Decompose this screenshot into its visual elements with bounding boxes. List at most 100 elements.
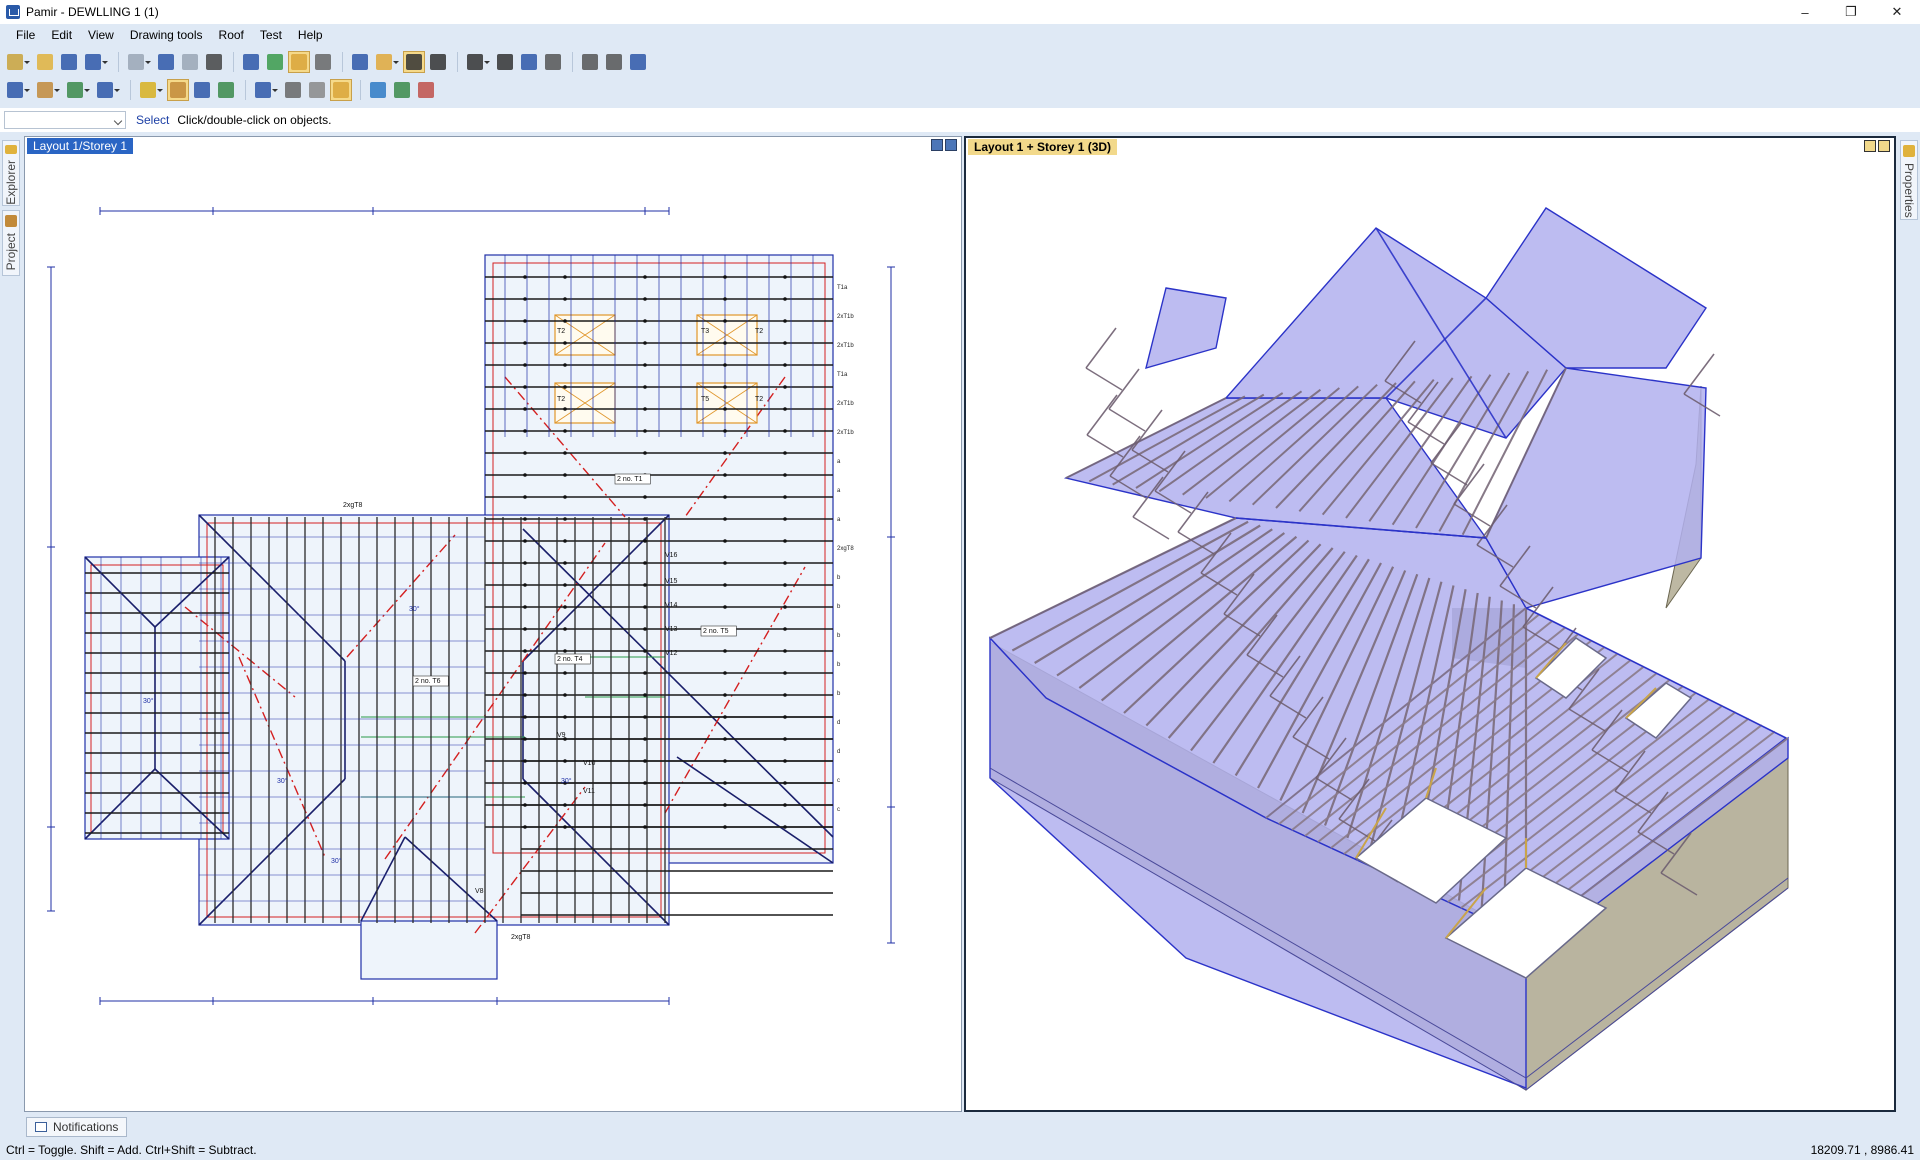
truss-node xyxy=(523,451,527,455)
truss-node xyxy=(563,693,567,697)
row-label: 2xT1b xyxy=(837,343,854,349)
truss-node xyxy=(723,473,727,477)
box-3d-button[interactable] xyxy=(415,79,437,101)
plan-viewport[interactable]: Layout 1/Storey 1 T1a 2xT1b 2xT1b T1a 2x… xyxy=(24,136,962,1112)
redo-button[interactable] xyxy=(125,51,151,73)
layers-button[interactable] xyxy=(288,51,310,73)
truss-node xyxy=(643,737,647,741)
save-button[interactable] xyxy=(58,51,80,73)
project-tab[interactable]: Project xyxy=(2,210,20,276)
paste-button[interactable] xyxy=(179,51,201,73)
tie-button[interactable] xyxy=(215,79,237,101)
truss-node xyxy=(783,495,787,499)
truss-layout-button[interactable] xyxy=(167,79,189,101)
truss-node xyxy=(563,429,567,433)
new-file-button[interactable] xyxy=(4,51,30,73)
explorer-tab[interactable]: Explorer xyxy=(2,140,20,206)
rotate-button[interactable] xyxy=(282,79,304,101)
tie-icon xyxy=(218,82,234,98)
close-button[interactable]: ✕ xyxy=(1874,0,1920,24)
truss-node xyxy=(723,363,727,367)
truss-node xyxy=(563,715,567,719)
edit-button[interactable] xyxy=(203,51,225,73)
wrench-icon xyxy=(606,54,622,70)
roof-toolbar xyxy=(0,76,1920,104)
properties-tab[interactable]: Properties xyxy=(1900,140,1918,220)
truss-node xyxy=(723,429,727,433)
truss-node xyxy=(723,715,727,719)
model-3d-viewport[interactable]: Layout 1 + Storey 1 (3D) xyxy=(964,136,1896,1112)
viewport-sync-icon[interactable] xyxy=(931,139,943,151)
truss-tag: T5 xyxy=(701,396,709,403)
display-button[interactable] xyxy=(627,51,649,73)
menu-file[interactable]: File xyxy=(8,24,43,46)
tools-button[interactable] xyxy=(391,79,413,101)
mirror-button[interactable] xyxy=(306,79,328,101)
status-hint: Ctrl = Toggle. Shift = Add. Ctrl+Shift =… xyxy=(6,1143,257,1157)
restore-button[interactable]: ❐ xyxy=(1828,0,1874,24)
truss-node xyxy=(783,319,787,323)
paste-icon xyxy=(182,54,198,70)
project-tab-label: Project xyxy=(4,233,18,271)
roof-plane-button[interactable] xyxy=(4,79,30,101)
menu-edit[interactable]: Edit xyxy=(43,24,80,46)
roof-plan-drawing[interactable]: T1a 2xT1b 2xT1b T1a 2xT1b 2xT1b a a a 2xgT8 b b b b b d… xyxy=(25,137,962,1112)
window-controls: – ❐ ✕ xyxy=(1782,0,1920,24)
viewport-maximize-icon[interactable] xyxy=(945,139,957,151)
row-label: a xyxy=(837,517,841,523)
validate-button[interactable] xyxy=(367,79,389,101)
select-cursor-button[interactable] xyxy=(403,51,425,73)
link-button[interactable] xyxy=(518,51,540,73)
viewport-swap-icon[interactable] xyxy=(1864,140,1876,152)
roof-3d-model[interactable] xyxy=(966,138,1894,1110)
pencil-button[interactable] xyxy=(373,51,399,73)
truss-node xyxy=(523,781,527,785)
print-button[interactable] xyxy=(349,51,371,73)
frame-button[interactable] xyxy=(579,51,601,73)
notifications-tab[interactable]: Notifications xyxy=(26,1117,128,1137)
truss-button[interactable] xyxy=(542,51,564,73)
zoom-button[interactable] xyxy=(464,51,490,73)
menu-bar: File Edit View Drawing tools Roof Test H… xyxy=(0,24,1920,46)
truss-node xyxy=(723,561,727,565)
hip-roof-button[interactable] xyxy=(34,79,60,101)
truss-node xyxy=(563,539,567,543)
viewport-restore-icon[interactable] xyxy=(1878,140,1890,152)
truss-node xyxy=(523,561,527,565)
truss-node xyxy=(783,693,787,697)
truss-node xyxy=(783,561,787,565)
command-dropdown[interactable] xyxy=(4,111,126,129)
roof-view-button[interactable] xyxy=(264,51,286,73)
group-button[interactable] xyxy=(252,79,278,101)
beam-button[interactable] xyxy=(191,79,213,101)
minimize-button[interactable]: – xyxy=(1782,0,1828,24)
menu-roof[interactable]: Roof xyxy=(211,24,252,46)
truss-node xyxy=(643,649,647,653)
truss-node xyxy=(723,517,727,521)
truss-tag: T2 xyxy=(755,328,763,335)
truss-node xyxy=(783,539,787,543)
lightning-button[interactable] xyxy=(137,79,163,101)
redo-icon xyxy=(128,54,144,70)
frame-icon xyxy=(582,54,598,70)
move-cursor-button[interactable] xyxy=(427,51,449,73)
truss-member-3d xyxy=(1108,408,1146,432)
truss-node xyxy=(523,275,527,279)
truss-node xyxy=(643,385,647,389)
truss-node xyxy=(783,363,787,367)
measure-button[interactable] xyxy=(494,51,516,73)
menu-test[interactable]: Test xyxy=(252,24,290,46)
dormer-button[interactable] xyxy=(94,79,120,101)
image-button[interactable] xyxy=(240,51,262,73)
truss-node xyxy=(563,517,567,521)
menu-view[interactable]: View xyxy=(80,24,122,46)
copy-button[interactable] xyxy=(155,51,177,73)
check-button[interactable] xyxy=(330,79,352,101)
menu-help[interactable]: Help xyxy=(290,24,331,46)
undo-button[interactable] xyxy=(82,51,108,73)
menu-drawing-tools[interactable]: Drawing tools xyxy=(122,24,211,46)
text-frame-button[interactable] xyxy=(312,51,334,73)
gable-button[interactable] xyxy=(64,79,90,101)
wrench-button[interactable] xyxy=(603,51,625,73)
open-folder-button[interactable] xyxy=(34,51,56,73)
